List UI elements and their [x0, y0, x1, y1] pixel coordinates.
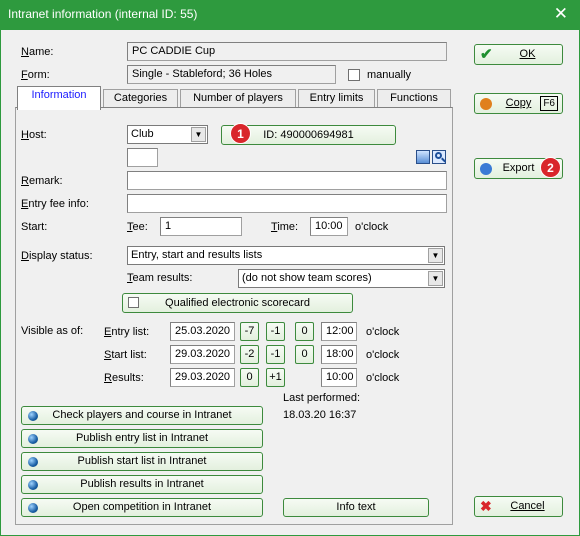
window-title: Intranet information (internal ID: 55)	[8, 7, 198, 21]
chevron-down-icon[interactable]: ▼	[428, 248, 443, 263]
team-results-select[interactable]: (do not show team scores) ▼	[238, 269, 445, 288]
check-players-button[interactable]: Check players and course in Intranet	[21, 406, 263, 425]
start-time-field[interactable]: 10:00	[310, 217, 348, 236]
display-status-value: Entry, start and results lists	[131, 249, 263, 261]
last-performed-label: Last performed:	[283, 392, 361, 404]
start-list-zero-button[interactable]: 0	[295, 345, 314, 364]
globe-icon	[28, 434, 38, 444]
entry-list-date[interactable]: 25.03.2020	[170, 322, 235, 341]
visible-as-of-label: Visible as of:	[21, 325, 84, 337]
callout-badge-1: 1	[230, 123, 251, 144]
entry-list-minus1-button[interactable]: -1	[266, 322, 285, 341]
search-icon[interactable]	[432, 150, 446, 164]
title-bar: Intranet information (internal ID: 55) ✕	[0, 0, 580, 30]
export-icon	[480, 163, 492, 175]
publish-entry-list-label: Publish entry list in Intranet	[75, 432, 209, 444]
list-icon[interactable]	[416, 150, 430, 164]
oclock-label: o'clock	[366, 349, 400, 361]
publish-results-button[interactable]: Publish results in Intranet	[21, 475, 263, 494]
qualified-scorecard-button[interactable]: Qualified electronic scorecard	[122, 293, 353, 313]
tab-functions[interactable]: Functions	[377, 89, 451, 108]
entry-list-label: Entry list:	[104, 326, 150, 338]
check-players-label: Check players and course in Intranet	[52, 409, 232, 421]
chevron-down-icon[interactable]: ▼	[191, 127, 206, 142]
team-results-label: Team results:	[127, 272, 193, 284]
entry-list-zero-button[interactable]: 0	[295, 322, 314, 341]
display-status-select[interactable]: Entry, start and results lists ▼	[127, 246, 445, 265]
copy-shortcut: F6	[540, 96, 558, 111]
callout-badge-2: 2	[540, 157, 561, 178]
oclock-label: o'clock	[355, 221, 389, 233]
open-competition-button[interactable]: Open competition in Intranet	[21, 498, 263, 517]
entry-list-minus7-button[interactable]: -7	[240, 322, 259, 341]
oclock-label: o'clock	[366, 326, 400, 338]
oclock-label: o'clock	[366, 372, 400, 384]
ok-label: OK	[519, 48, 536, 60]
start-label: Start:	[21, 221, 48, 233]
copy-label: Copy	[505, 97, 532, 109]
entry-fee-field[interactable]	[127, 194, 447, 213]
chevron-down-icon[interactable]: ▼	[428, 271, 443, 286]
start-list-time[interactable]: 18:00	[321, 345, 357, 364]
display-status-label: Display status:	[21, 250, 93, 262]
copy-icon	[480, 98, 492, 110]
results-zero-button[interactable]: 0	[240, 368, 259, 387]
host-select[interactable]: Club ▼	[127, 125, 208, 144]
remark-field[interactable]	[127, 171, 447, 190]
export-label: Export	[502, 162, 535, 174]
results-date[interactable]: 29.03.2020	[170, 368, 235, 387]
info-text-button[interactable]: Info text	[283, 498, 429, 517]
form-field[interactable]: Single - Stableford; 36 Holes	[127, 65, 336, 84]
globe-icon	[28, 411, 38, 421]
start-list-label: Start list:	[104, 349, 147, 361]
name-field[interactable]: PC CADDIE Cup	[127, 42, 447, 61]
results-label: Results:	[104, 372, 144, 384]
start-list-minus2-button[interactable]: -2	[240, 345, 259, 364]
open-competition-label: Open competition in Intranet	[72, 501, 212, 513]
qualified-label: Qualified electronic scorecard	[165, 297, 310, 309]
publish-start-list-label: Publish start list in Intranet	[77, 455, 207, 467]
checkmark-icon: ✔	[480, 46, 493, 63]
globe-icon	[28, 457, 38, 467]
entry-list-time[interactable]: 12:00	[321, 322, 357, 341]
cancel-button[interactable]: ✖ Cancel	[474, 496, 563, 517]
publish-results-label: Publish results in Intranet	[80, 478, 204, 490]
tab-entry-limits[interactable]: Entry limits	[298, 89, 375, 108]
publish-entry-list-button[interactable]: Publish entry list in Intranet	[21, 429, 263, 448]
results-plus1-button[interactable]: +1	[266, 368, 285, 387]
time-label: Time:	[271, 221, 299, 233]
name-label: Name:	[21, 46, 54, 58]
entry-fee-label: Entry fee info:	[21, 198, 89, 210]
host-select-value: Club	[131, 128, 154, 140]
close-icon[interactable]: ✕	[554, 4, 568, 24]
cancel-label: Cancel	[510, 500, 545, 512]
start-list-date[interactable]: 29.03.2020	[170, 345, 235, 364]
results-time[interactable]: 10:00	[321, 368, 357, 387]
manually-checkbox[interactable]	[348, 69, 360, 81]
tee-field[interactable]: 1	[160, 217, 242, 236]
globe-icon	[28, 480, 38, 490]
form-label: Form:	[21, 69, 50, 81]
tab-number-of-players[interactable]: Number of players	[180, 89, 296, 108]
globe-icon	[28, 503, 38, 513]
start-list-minus1-button[interactable]: -1	[266, 345, 285, 364]
tab-categories[interactable]: Categories	[103, 89, 178, 108]
tab-information[interactable]: Information	[17, 86, 101, 110]
host-label: Host:	[21, 129, 47, 141]
tee-label: Tee:	[127, 221, 148, 233]
team-results-value: (do not show team scores)	[242, 272, 372, 284]
host-extra-field[interactable]	[127, 148, 158, 167]
cancel-x-icon: ✖	[480, 498, 492, 514]
publish-start-list-button[interactable]: Publish start list in Intranet	[21, 452, 263, 471]
remark-label: Remark:	[21, 175, 63, 187]
manually-label: manually	[367, 69, 412, 81]
qualified-checkbox[interactable]	[128, 297, 139, 308]
last-performed-value: 18.03.20 16:37	[283, 409, 357, 421]
copy-button[interactable]: Copy F6	[474, 93, 563, 114]
ok-button[interactable]: ✔ OK	[474, 44, 563, 65]
